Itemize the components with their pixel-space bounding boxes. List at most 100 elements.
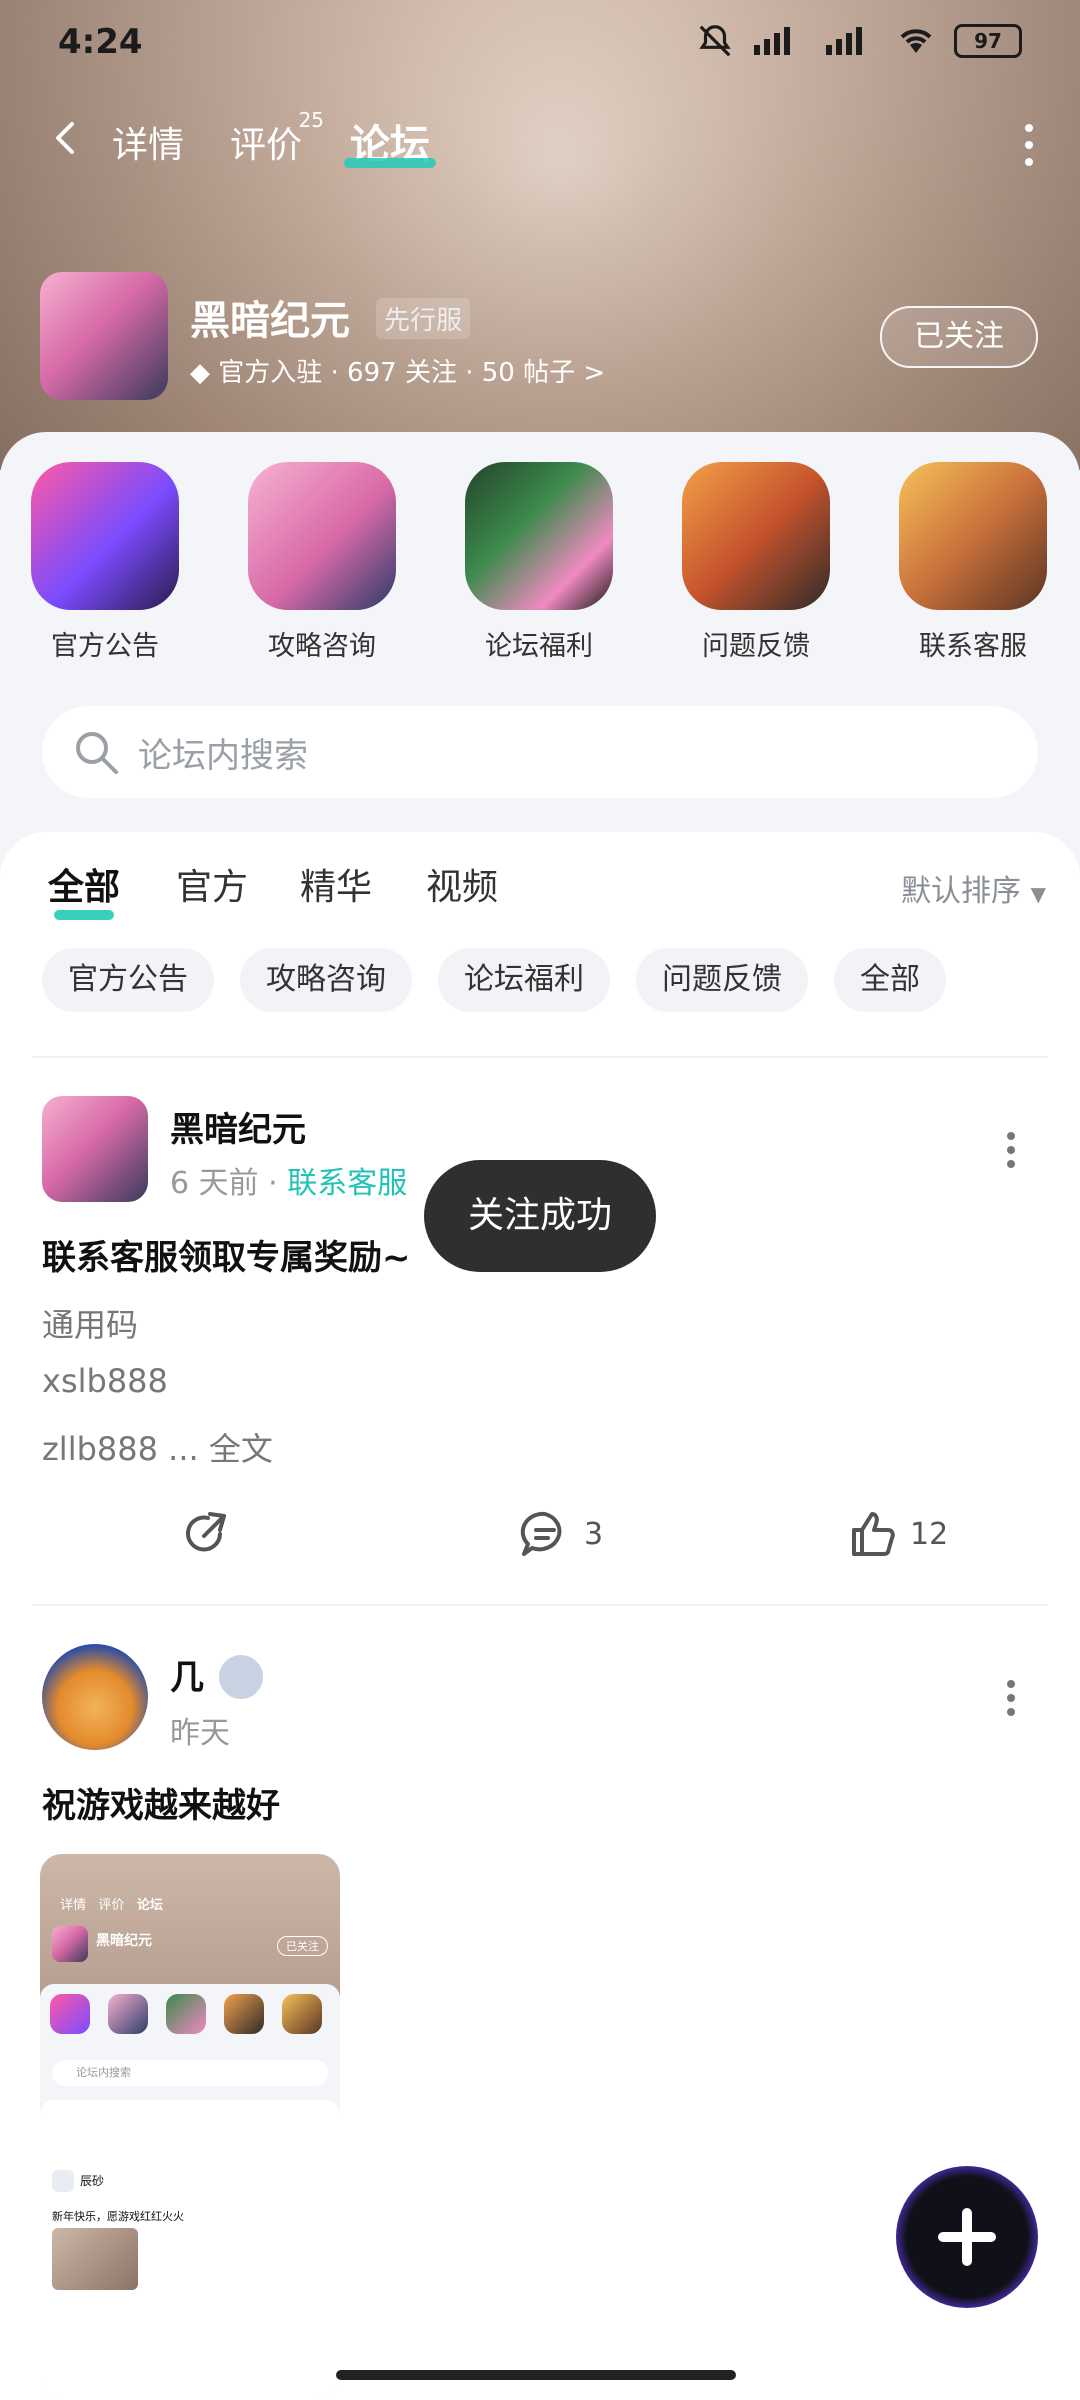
share-icon [186,1512,226,1552]
active-tab-indicator [344,158,436,168]
thumb-shortcut [108,1994,148,2034]
post-title[interactable]: 祝游戏越来越好 [42,1778,280,1827]
thumbs-up-icon [852,1512,895,1556]
sort-dropdown[interactable]: 默认排序 ▼ [901,866,1046,910]
filter-tab-featured[interactable]: 精华 [300,858,372,910]
status-bar: 4:24 97 [0,0,1080,90]
thumb-tab: 论坛 [136,1898,163,1913]
shortcut-support[interactable]: 联系客服 [898,462,1048,663]
thumb-tab: 评价 [98,1898,125,1913]
verified-diamond-icon: ◆ [190,358,219,388]
follow-button[interactable]: 已关注 [880,306,1038,368]
shortcut-label: 问题反馈 [702,631,810,662]
chip-announcements[interactable]: 官方公告 [42,948,214,1012]
post-author[interactable]: 黑暗纪元 [170,1102,306,1151]
thumb-shortcut [50,1994,90,2034]
forum-search-bar[interactable]: 论坛内搜索 [42,706,1038,798]
chip-benefits[interactable]: 论坛福利 [438,948,610,1012]
post-author[interactable]: 几 [170,1650,204,1699]
search-icon [76,732,118,774]
post-section-link[interactable]: 联系客服 [287,1166,407,1201]
post-time: 6 天前 [170,1166,259,1201]
back-arrow-icon[interactable] [46,118,86,158]
thumb-game-icon [52,1926,88,1962]
shortcut-label: 官方公告 [51,631,159,662]
filter-tab-official[interactable]: 官方 [176,858,248,910]
post-meta: 6 天前 · 联系客服 [170,1158,407,1202]
share-button[interactable] [180,1508,232,1560]
thumb-post-image [52,2228,138,2290]
like-button[interactable]: 12 [846,1508,948,1560]
tab-forum[interactable]: 论坛 [344,112,436,170]
thumb-game-title: 黑暗纪元 [96,1933,152,1949]
create-post-button[interactable] [896,2166,1038,2308]
chip-all[interactable]: 全部 [834,948,946,1012]
game-server-tag: 先行服 [376,298,471,339]
like-count: 12 [910,1516,949,1552]
caret-down-icon: ▼ [1030,882,1046,906]
shortcut-label: 联系客服 [919,631,1027,662]
thumb-shortcut [224,1994,264,2034]
shortcut-feedback[interactable]: 问题反馈 [681,462,831,663]
status-icons: 97 [696,22,1022,60]
thumb-avatar [52,2170,74,2192]
shortcut-image [465,462,613,610]
top-navigation: 详情 评价 25 论坛 [0,100,1080,190]
shortcut-label: 论坛福利 [485,631,593,662]
tab-details[interactable]: 详情 [112,116,184,168]
plus-icon [938,2208,996,2266]
game-meta[interactable]: ◆ 官方入驻 · 697 关注 · 50 帖子 > [190,352,605,389]
thumb-nav: 详情 评价 论坛 [60,1894,163,1913]
post-line-more[interactable]: zllb888 ... 全文 [42,1424,273,1470]
comment-icon [520,1511,562,1556]
separator-dot: · [268,1166,288,1201]
divider [32,1604,1048,1606]
chip-feedback[interactable]: 问题反馈 [636,948,808,1012]
post-title[interactable]: 联系客服领取专属奖励~ [42,1230,411,1279]
post-image-screenshot[interactable]: 详情 评价 论坛 黑暗纪元 已关注 论坛内搜索 辰砂 新年快乐，愿游戏红红火火 [40,1854,340,2400]
post-more-icon[interactable] [1006,1130,1016,1170]
shortcut-image [682,462,830,610]
signal-icon-2 [826,27,862,55]
wifi-icon [900,29,932,53]
thumb-author: 辰砂 [80,2174,105,2188]
shortcut-image [899,462,1047,610]
avatar[interactable] [42,1096,148,1202]
chip-guides[interactable]: 攻略咨询 [240,948,412,1012]
thumb-search: 论坛内搜索 [52,2060,328,2086]
filter-tab-video[interactable]: 视频 [426,858,498,910]
thumb-shortcut [282,1994,322,2034]
game-title: 黑暗纪元 [190,298,350,344]
signal-icon [754,27,790,55]
home-indicator[interactable] [336,2370,736,2380]
game-icon [40,272,168,400]
thumb-post-title: 新年快乐，愿游戏红红火火 [52,2210,184,2223]
post-line: xslb888 [42,1362,168,1400]
game-meta-text: 官方入驻 · 697 关注 · 50 帖子 > [218,358,606,388]
comment-button[interactable]: 3 [518,1508,603,1560]
tab-reviews-label: 评价 [230,125,303,166]
filter-tab-all[interactable]: 全部 [48,858,120,920]
shortcut-announcements[interactable]: 官方公告 [30,462,180,663]
post-line: 通用码 [42,1306,139,1344]
shortcut-image [248,462,396,610]
sort-label: 默认排序 [901,874,1022,909]
shortcut-image [31,462,179,610]
mute-icon [699,25,731,57]
tab-reviews[interactable]: 评价 25 [230,108,324,168]
review-count-badge: 25 [298,108,325,132]
thumb-tab: 详情 [60,1898,87,1913]
avatar[interactable] [42,1644,148,1750]
shortcut-guides[interactable]: 攻略咨询 [247,462,397,663]
shortcut-benefits[interactable]: 论坛福利 [464,462,614,663]
comment-count: 3 [584,1516,604,1552]
thumb-shortcut [166,1994,206,2034]
more-options-icon[interactable] [1020,120,1038,170]
post-more-icon[interactable] [1006,1678,1016,1718]
status-time: 4:24 [58,22,143,62]
thumb-follow: 已关注 [277,1936,328,1956]
toast-message: 关注成功 [424,1160,656,1272]
user-level-badge-icon [216,1652,266,1702]
shortcut-label: 攻略咨询 [268,631,376,662]
battery-icon: 97 [954,24,1022,58]
